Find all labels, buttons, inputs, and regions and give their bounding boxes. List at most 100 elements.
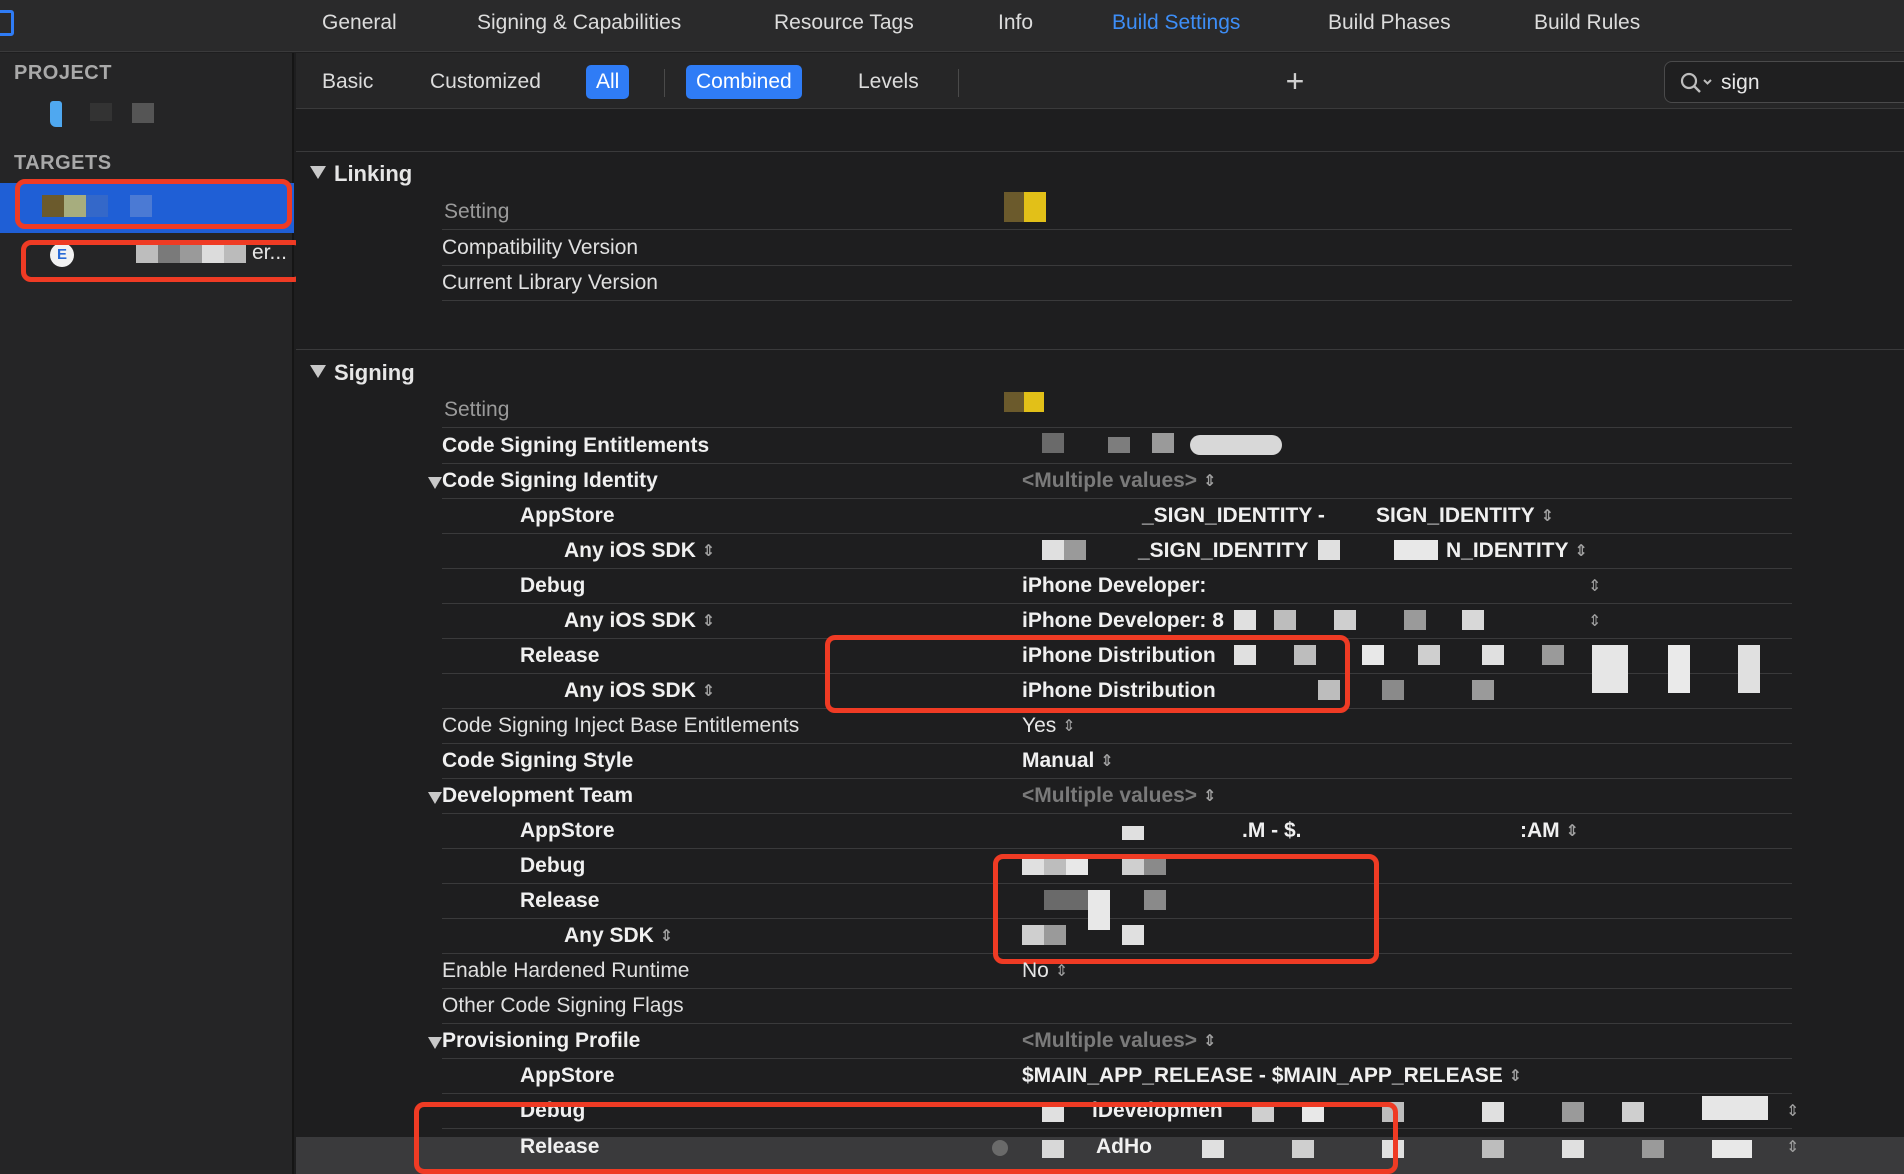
annotation-box	[414, 1102, 1398, 1174]
value-text: $MAIN_APP_RELEASE - $MAIN_APP_RELEASE	[1022, 1064, 1503, 1087]
setting-value: <Multiple values> ⇕	[1022, 784, 1216, 808]
stepper-icon[interactable]: ⇕	[1588, 611, 1601, 631]
setting-row-profile-appstore[interactable]: AppStore $MAIN_APP_RELEASE - $MAIN_APP_R…	[442, 1059, 1792, 1094]
setting-name: Other Code Signing Flags	[442, 994, 684, 1017]
setting-value: iPhone Developer:	[1022, 574, 1207, 597]
redacted-block	[1108, 437, 1130, 453]
setting-name: Development Team	[442, 784, 633, 807]
redacted-block	[1472, 680, 1494, 700]
setting-value-secondary: SIGN_IDENTITY ⇕	[1376, 504, 1554, 528]
setting-row-compatibility-version[interactable]: Compatibility Version	[442, 231, 1792, 266]
setting-name: Any iOS SDK ⇕	[564, 539, 715, 563]
filter-customized[interactable]: Customized	[420, 65, 551, 99]
stepper-icon[interactable]: ⇕	[1055, 961, 1068, 981]
redacted-block	[1274, 610, 1296, 630]
stepper-icon[interactable]: ⇕	[702, 681, 715, 701]
setting-row-team-appstore[interactable]: AppStore .M - $. :AM ⇕	[442, 814, 1792, 849]
stepper-icon[interactable]: ⇕	[1203, 786, 1216, 806]
tab-build-rules[interactable]: Build Rules	[1534, 0, 1640, 46]
tab-general[interactable]: General	[322, 0, 397, 46]
redacted-block	[1362, 645, 1384, 665]
sidebar-toggle-icon[interactable]	[0, 10, 14, 36]
stepper-icon[interactable]: ⇕	[702, 541, 715, 561]
setting-value: <Multiple values> ⇕	[1022, 469, 1216, 493]
setting-row-identity-debug-sdk[interactable]: Any iOS SDK ⇕ iPhone Developer: 8 ⇕	[442, 604, 1792, 639]
annotation-box	[825, 635, 1350, 713]
stepper-icon[interactable]: ⇕	[1588, 576, 1601, 596]
stepper-icon[interactable]: ⇕	[1100, 751, 1113, 771]
tab-resource-tags[interactable]: Resource Tags	[774, 0, 914, 46]
setting-value: _SIGN_IDENTITY -	[1142, 504, 1325, 527]
value-text: <Multiple values>	[1022, 784, 1198, 807]
stepper-icon[interactable]: ⇕	[1786, 1101, 1799, 1121]
redacted-block	[1482, 1102, 1504, 1122]
redacted-block	[132, 103, 154, 123]
disclosure-triangle-icon[interactable]	[428, 477, 442, 489]
filter-all[interactable]: All	[586, 65, 630, 99]
stepper-icon[interactable]: ⇕	[660, 926, 673, 946]
editor-tab-bar: General Signing & Capabilities Resource …	[0, 0, 1904, 52]
search-icon	[1680, 72, 1712, 93]
redacted-block	[1702, 1096, 1768, 1120]
filter-levels[interactable]: Levels	[848, 65, 929, 99]
disclosure-triangle-icon[interactable]	[428, 792, 442, 804]
group-signing-header[interactable]: Signing	[310, 360, 415, 386]
stepper-icon[interactable]: ⇕	[1541, 506, 1554, 526]
stepper-icon[interactable]: ⇕	[1575, 541, 1588, 561]
redacted-block	[1418, 645, 1440, 665]
setting-value: Manual ⇕	[1022, 749, 1114, 773]
setting-value: Yes ⇕	[1022, 714, 1076, 738]
setting-row-code-signing-identity[interactable]: Code Signing Identity <Multiple values> ⇕	[428, 464, 1792, 499]
tab-build-settings[interactable]: Build Settings	[1112, 0, 1240, 46]
tab-build-phases[interactable]: Build Phases	[1328, 0, 1451, 46]
annotation-box	[15, 179, 292, 229]
tab-info[interactable]: Info	[998, 0, 1033, 46]
stepper-icon[interactable]: ⇕	[1062, 716, 1075, 736]
xcode-build-settings-window: General Signing & Capabilities Resource …	[0, 0, 1904, 1174]
stepper-icon[interactable]: ⇕	[1203, 471, 1216, 491]
search-field[interactable]	[1664, 61, 1904, 103]
setting-row-identity-appstore[interactable]: AppStore _SIGN_IDENTITY - SIGN_IDENTITY ⇕	[442, 499, 1792, 534]
setting-row-identity-appstore-sdk[interactable]: Any iOS SDK ⇕ _SIGN_IDENTITY N_IDENTITY ⇕	[442, 534, 1792, 569]
redacted-block	[1394, 540, 1438, 560]
disclosure-triangle-icon	[310, 166, 326, 179]
value-text: No	[1022, 959, 1049, 982]
setting-name: Code Signing Inject Base Entitlements	[442, 714, 800, 737]
setting-row-development-team[interactable]: Development Team <Multiple values> ⇕	[428, 779, 1792, 814]
setting-row-hardened-runtime[interactable]: Enable Hardened Runtime No ⇕	[442, 954, 1792, 989]
stepper-icon[interactable]: ⇕	[1786, 1137, 1799, 1157]
setting-row-provisioning-profile[interactable]: Provisioning Profile <Multiple values> ⇕	[428, 1024, 1792, 1059]
setting-row-current-library-version[interactable]: Current Library Version	[442, 266, 1792, 301]
search-input[interactable]	[1721, 68, 1904, 98]
setting-value-secondary: N_IDENTITY ⇕	[1446, 539, 1588, 563]
value-text: SIGN_IDENTITY	[1376, 504, 1535, 527]
divider	[296, 151, 1904, 152]
setting-row-inject-base-entitlements[interactable]: Code Signing Inject Base Entitlements Ye…	[442, 709, 1792, 744]
group-linking-header[interactable]: Linking	[310, 161, 412, 187]
project-navigator: PROJECT TARGETS E er...	[0, 53, 304, 1174]
filter-basic[interactable]: Basic	[312, 65, 383, 99]
stepper-icon[interactable]: ⇕	[1203, 1031, 1216, 1051]
add-setting-button[interactable]: +	[1280, 65, 1310, 99]
stepper-icon[interactable]: ⇕	[1566, 821, 1579, 841]
filter-combined[interactable]: Combined	[686, 65, 802, 99]
redacted-block	[1004, 392, 1024, 412]
disclosure-triangle-icon	[310, 365, 326, 378]
redacted-block	[1562, 1140, 1584, 1158]
redacted-block	[1542, 645, 1564, 665]
setting-row-code-signing-entitlements[interactable]: Code Signing Entitlements	[442, 429, 1792, 464]
setting-name: AppStore	[520, 1064, 615, 1087]
setting-row-other-code-signing-flags[interactable]: Other Code Signing Flags	[442, 989, 1792, 1024]
setting-name: Code Signing Style	[442, 749, 634, 772]
tab-signing-capabilities[interactable]: Signing & Capabilities	[477, 0, 681, 46]
setting-value: _SIGN_IDENTITY	[1138, 539, 1309, 562]
redacted-block	[1562, 1102, 1584, 1122]
stepper-icon[interactable]: ⇕	[702, 611, 715, 631]
disclosure-triangle-icon[interactable]	[428, 1037, 442, 1049]
setting-row-code-signing-style[interactable]: Code Signing Style Manual ⇕	[442, 744, 1792, 779]
stepper-icon[interactable]: ⇕	[1509, 1066, 1522, 1086]
group-title: Linking	[334, 161, 413, 186]
setting-row-identity-debug[interactable]: Debug iPhone Developer: ⇕	[442, 569, 1792, 604]
redacted-block	[1152, 433, 1174, 453]
redacted-block	[1122, 826, 1144, 840]
